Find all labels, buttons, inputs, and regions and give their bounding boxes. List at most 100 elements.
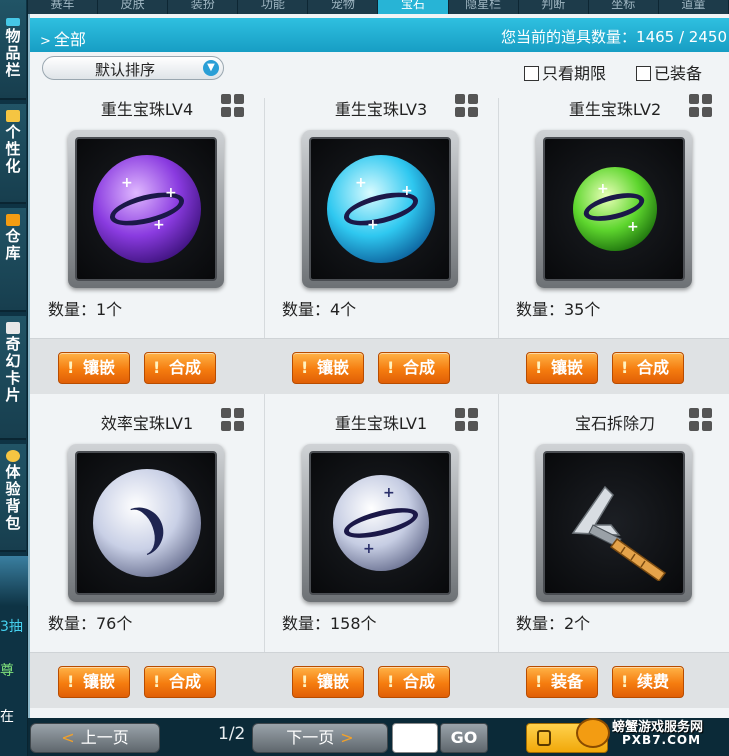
grid-view-icon[interactable] (455, 408, 478, 431)
grid-view-icon[interactable] (455, 94, 478, 117)
house-icon (6, 214, 20, 226)
page-number-input[interactable] (392, 723, 438, 753)
combine-button[interactable]: ! 合成 (378, 352, 450, 384)
sidebar-fragment-respect[interactable]: 尊 (0, 660, 28, 680)
sidebar-item-warehouse[interactable]: 仓库 (0, 208, 26, 312)
green-gem-icon: + + (573, 167, 657, 251)
sort-dropdown[interactable]: 默认排序 ▼ (42, 56, 224, 80)
go-button[interactable]: GO (440, 723, 488, 753)
sidebar-item-label: 仓库 (5, 227, 21, 262)
lock-icon (6, 450, 20, 462)
sidebar-thumbnail[interactable] (0, 556, 28, 606)
crab-logo (576, 718, 610, 748)
tab-skin[interactable]: 皮肤 (98, 0, 169, 14)
combine-button[interactable]: ! 合成 (144, 352, 216, 384)
sidebar-item-label: 个性化 (5, 123, 21, 175)
grid-view-icon[interactable] (221, 94, 244, 117)
chevron-down-icon: ▼ (203, 60, 219, 76)
card-icon (6, 322, 20, 334)
item-card: 重生宝珠LV1 + + 数量：158个 ! 镶嵌 ! 合成 (264, 408, 498, 725)
prev-page-button[interactable]: < 上一页 (30, 723, 160, 753)
sidebar-item-label: 物品栏 (5, 27, 21, 79)
filter-all[interactable]: > 全部 (40, 26, 86, 50)
inlay-button[interactable]: ! 镶嵌 (58, 352, 130, 384)
combine-button[interactable]: ! 合成 (612, 352, 684, 384)
item-card: 重生宝珠LV2 + + 数量：35个 ! 镶嵌 ! 合成 (498, 94, 729, 411)
tab-pet[interactable]: 宠物 (308, 0, 379, 14)
sidebar-item-inventory[interactable]: 物品栏 (0, 0, 26, 100)
checkbox-box (636, 66, 651, 81)
sidebar-item-label: 奇幻卡片 (5, 335, 21, 404)
item-image-frame[interactable]: ❩ (68, 444, 224, 602)
tab-outfit[interactable]: 装扮 (168, 0, 239, 14)
sidebar-item-trial-bag[interactable]: 体验背包 (0, 444, 26, 552)
sort-dropdown-label: 默认排序 (95, 61, 156, 79)
sidebar: 物品栏 个性化 仓库 奇幻卡片 体验背包 3抽 尊 在 (0, 0, 28, 756)
tab-props[interactable]: 道童 (659, 0, 729, 14)
sidebar-item-label: 体验背包 (5, 463, 21, 532)
inventory-panel: > 全部 您当前的道具数量：1465 / 2450 默认排序 ▼ 只看期限 已装备… (28, 14, 729, 718)
category-tabs: 赛车 皮肤 装扮 功能 宠物 宝石 隐星栏 判断 坐标 道童 (28, 0, 729, 14)
cyan-gem-icon: + + + (327, 155, 435, 263)
item-image-frame[interactable]: + + (536, 130, 692, 288)
item-quantity: 数量：4个 (282, 300, 357, 319)
filter-equipped-checkbox[interactable]: 已装备 (636, 60, 702, 84)
page-indicator: 1/2 (218, 724, 246, 744)
lock-icon (537, 730, 551, 746)
header-bar: > 全部 您当前的道具数量：1465 / 2450 (30, 18, 729, 52)
item-image-frame[interactable]: + + (302, 444, 458, 602)
chevron-right-icon: > (340, 728, 354, 747)
checkbox-label: 只看期限 (542, 64, 607, 83)
checkbox-label: 已装备 (654, 64, 703, 83)
tab-hidden-star[interactable]: 隐星栏 (449, 0, 519, 14)
item-actions: ! 镶嵌 ! 合成 (264, 652, 498, 708)
grid-view-icon[interactable] (689, 94, 712, 117)
inlay-button[interactable]: ! 镶嵌 (292, 666, 364, 698)
inlay-button[interactable]: ! 镶嵌 (526, 352, 598, 384)
item-quantity: 数量：1个 (48, 300, 123, 319)
sidebar-item-fantasy-card[interactable]: 奇幻卡片 (0, 316, 26, 440)
grid-view-icon[interactable] (689, 408, 712, 431)
item-image-frame[interactable]: + + + (68, 130, 224, 288)
inlay-button[interactable]: ! 镶嵌 (58, 666, 130, 698)
tab-coordinate[interactable]: 坐标 (589, 0, 659, 14)
item-actions: ! 镶嵌 ! 合成 (30, 338, 264, 394)
renew-button[interactable]: ! 续费 (612, 666, 684, 698)
item-quantity: 数量：76个 (48, 614, 133, 633)
item-actions: ! 装备 ! 续费 (498, 652, 729, 708)
grid-view-icon[interactable] (221, 408, 244, 431)
purple-gem-icon: + + + (93, 155, 201, 263)
filter-expiring-checkbox[interactable]: 只看期限 (524, 60, 606, 84)
watermark-url: PXB7.COM (622, 733, 702, 747)
tab-gem[interactable]: 宝石 (378, 0, 449, 14)
swirl-gem-icon: ❩ (93, 469, 201, 577)
item-card: 重生宝珠LV3 + + + 数量：4个 ! 镶嵌 ! 合成 (264, 94, 498, 411)
tab-racecar[interactable]: 赛车 (28, 0, 99, 14)
sidebar-fragment-at: 在 (0, 709, 14, 725)
equip-button[interactable]: ! 装备 (526, 666, 598, 698)
item-actions: ! 镶嵌 ! 合成 (30, 652, 264, 708)
next-page-button[interactable]: 下一页 > (252, 723, 388, 753)
item-image-frame[interactable] (536, 444, 692, 602)
item-quantity: 数量：2个 (516, 614, 591, 633)
item-image-frame[interactable]: + + + (302, 130, 458, 288)
tab-judge[interactable]: 判断 (519, 0, 589, 14)
tab-function[interactable]: 功能 (238, 0, 309, 14)
item-actions: ! 镶嵌 ! 合成 (498, 338, 729, 394)
removal-knife-icon (571, 485, 667, 581)
sidebar-fragment-draw[interactable]: 3抽 (0, 616, 28, 636)
item-count: 您当前的道具数量：1465 / 2450 (501, 28, 727, 46)
sidebar-item-personalize[interactable]: 个性化 (0, 104, 26, 204)
checkbox-box (524, 66, 539, 81)
item-quantity: 数量：35个 (516, 300, 601, 319)
combine-button[interactable]: ! 合成 (144, 666, 216, 698)
item-card: 重生宝珠LV4 + + + 数量：1个 ! 镶嵌 ! 合成 (30, 94, 264, 411)
star-icon (6, 110, 20, 122)
item-quantity: 数量：158个 (282, 614, 377, 633)
item-card: 宝石拆除刀 数量：2个 ! 装备 ! 续费 (498, 408, 729, 725)
item-card: 效率宝珠LV1 ❩ 数量：76个 ! 镶嵌 ! 合成 (30, 408, 264, 725)
item-actions: ! 镶嵌 ! 合成 (264, 338, 498, 394)
chevron-right-icon: > (40, 34, 51, 49)
combine-button[interactable]: ! 合成 (378, 666, 450, 698)
inlay-button[interactable]: ! 镶嵌 (292, 352, 364, 384)
